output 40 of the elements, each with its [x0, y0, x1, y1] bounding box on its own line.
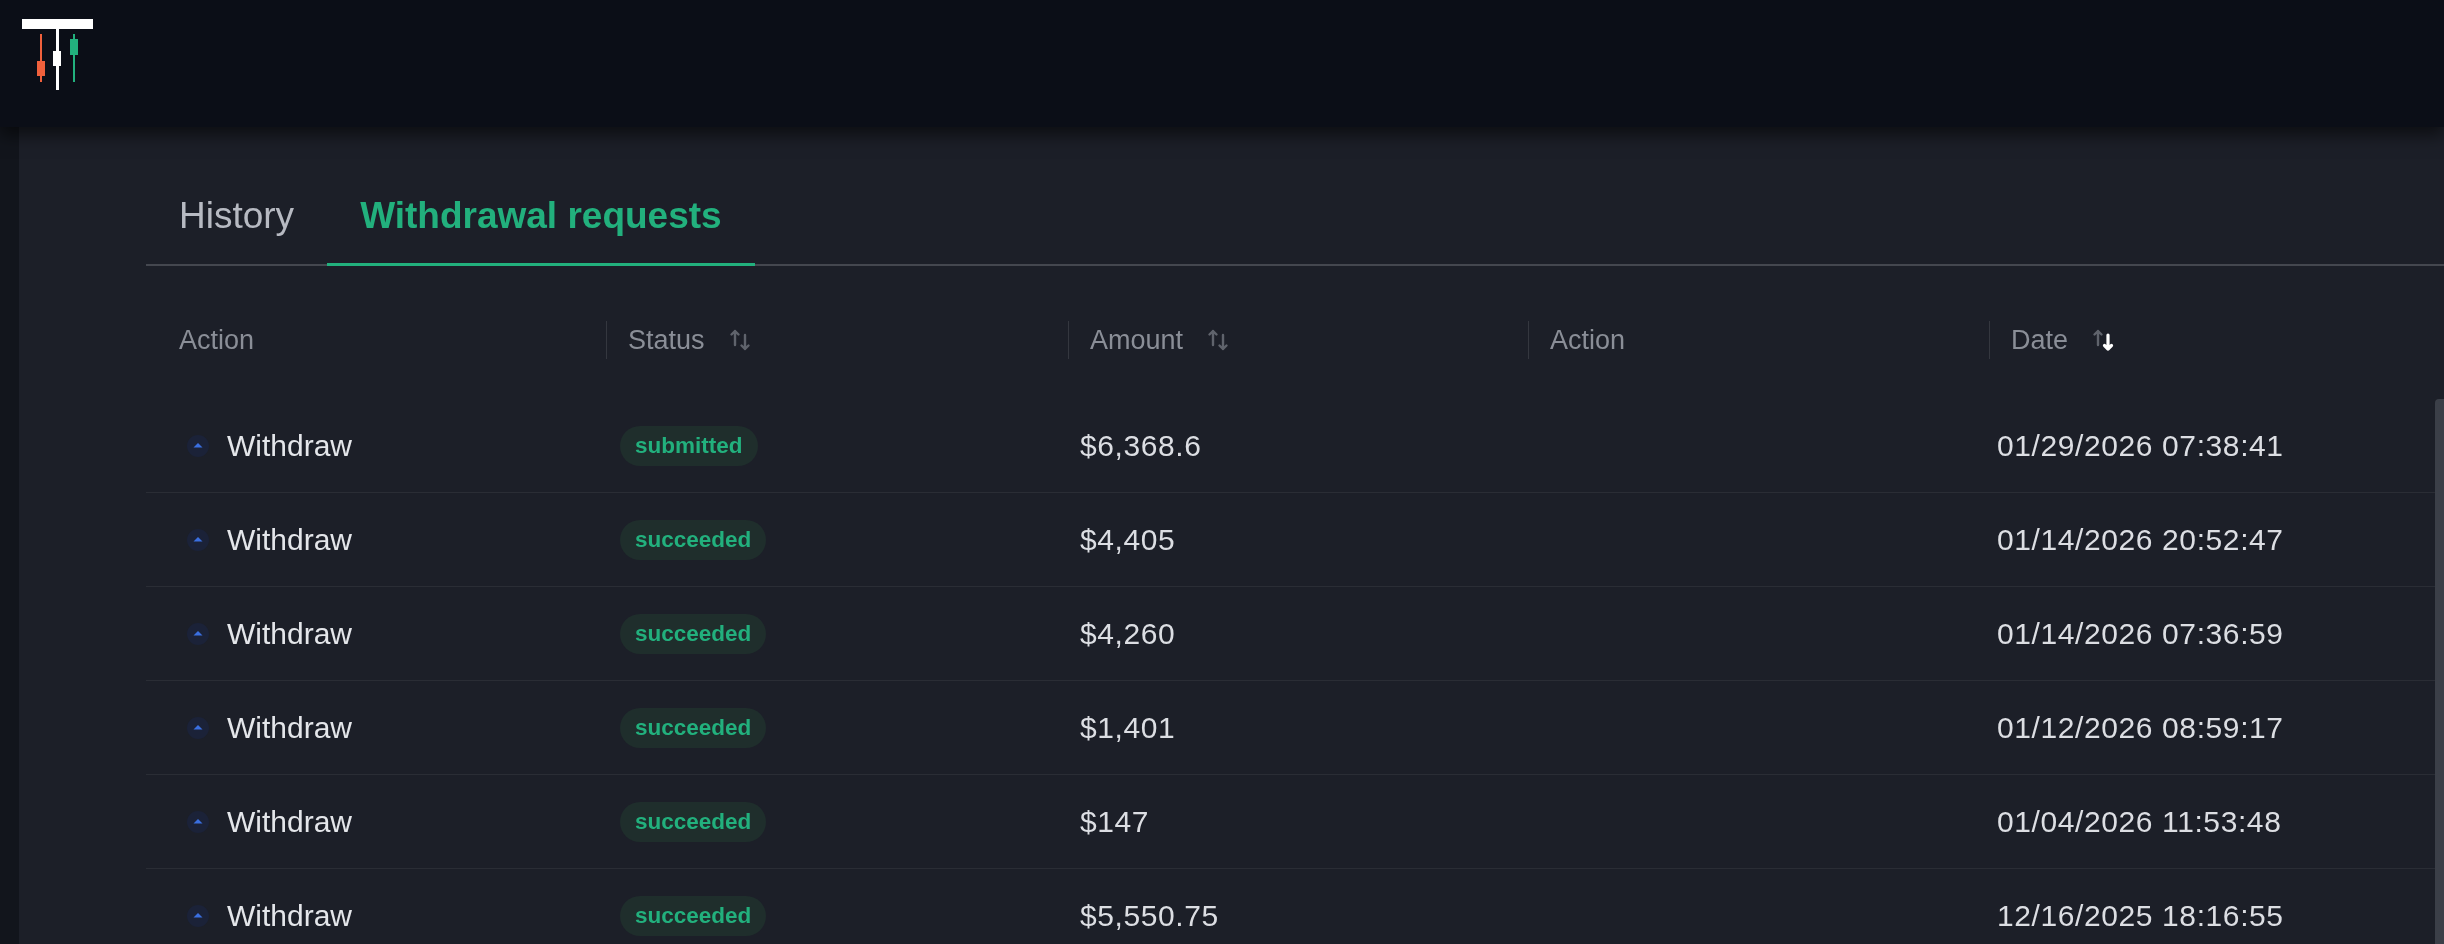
tab[interactable]: History — [146, 183, 328, 266]
column-header: Status — [628, 324, 705, 356]
table-cell: $6,368.6 — [1080, 428, 1202, 463]
table-cell: 01/14/2026 20:52:47 — [1997, 522, 2284, 557]
table-cell: 01/04/2026 11:53:48 — [1997, 804, 2282, 839]
table-cell: 12/16/2025 18:16:55 — [1997, 898, 2284, 933]
column-header: Date — [2011, 324, 2069, 356]
status-badge: succeeded — [620, 707, 767, 748]
status-badge: succeeded — [620, 895, 767, 936]
status-badge: succeeded — [620, 613, 767, 654]
table-cell: Withdraw — [227, 898, 353, 933]
status-badge: submitted — [620, 425, 758, 466]
triangle-up-icon — [187, 434, 209, 457]
triangle-up-icon — [187, 904, 209, 927]
scrollbar[interactable] — [2435, 399, 2444, 944]
triangle-up-icon — [187, 622, 209, 645]
table-cell: 01/12/2026 08:59:17 — [1997, 710, 2284, 745]
status-badge: succeeded — [620, 519, 767, 560]
table-cell: Withdraw — [227, 522, 353, 557]
column-header: Action — [1550, 324, 1626, 356]
table-cell: 01/14/2026 07:36:59 — [1997, 616, 2284, 651]
triangle-up-icon — [187, 810, 209, 833]
candlestick-logo-icon — [22, 19, 94, 90]
table-cell: 01/29/2026 07:38:41 — [1997, 428, 2284, 463]
tab[interactable]: Withdrawal requests — [327, 183, 755, 266]
triangle-up-icon — [187, 528, 209, 551]
triangle-up-icon — [187, 716, 209, 739]
table-cell: Withdraw — [227, 710, 353, 745]
table-cell: $147 — [1080, 804, 1150, 839]
sort-icon[interactable] — [2092, 328, 2115, 352]
column-header: Amount — [1090, 324, 1184, 356]
table-cell: Withdraw — [227, 616, 353, 651]
status-badge: succeeded — [620, 801, 767, 842]
table-cell: $1,401 — [1080, 710, 1176, 745]
table-cell: $4,260 — [1080, 616, 1176, 651]
table-cell: Withdraw — [227, 804, 353, 839]
column-header: Action — [179, 324, 255, 356]
table-cell: $4,405 — [1080, 522, 1176, 557]
table-cell: Withdraw — [227, 428, 353, 463]
table-cell: $5,550.75 — [1080, 898, 1219, 933]
